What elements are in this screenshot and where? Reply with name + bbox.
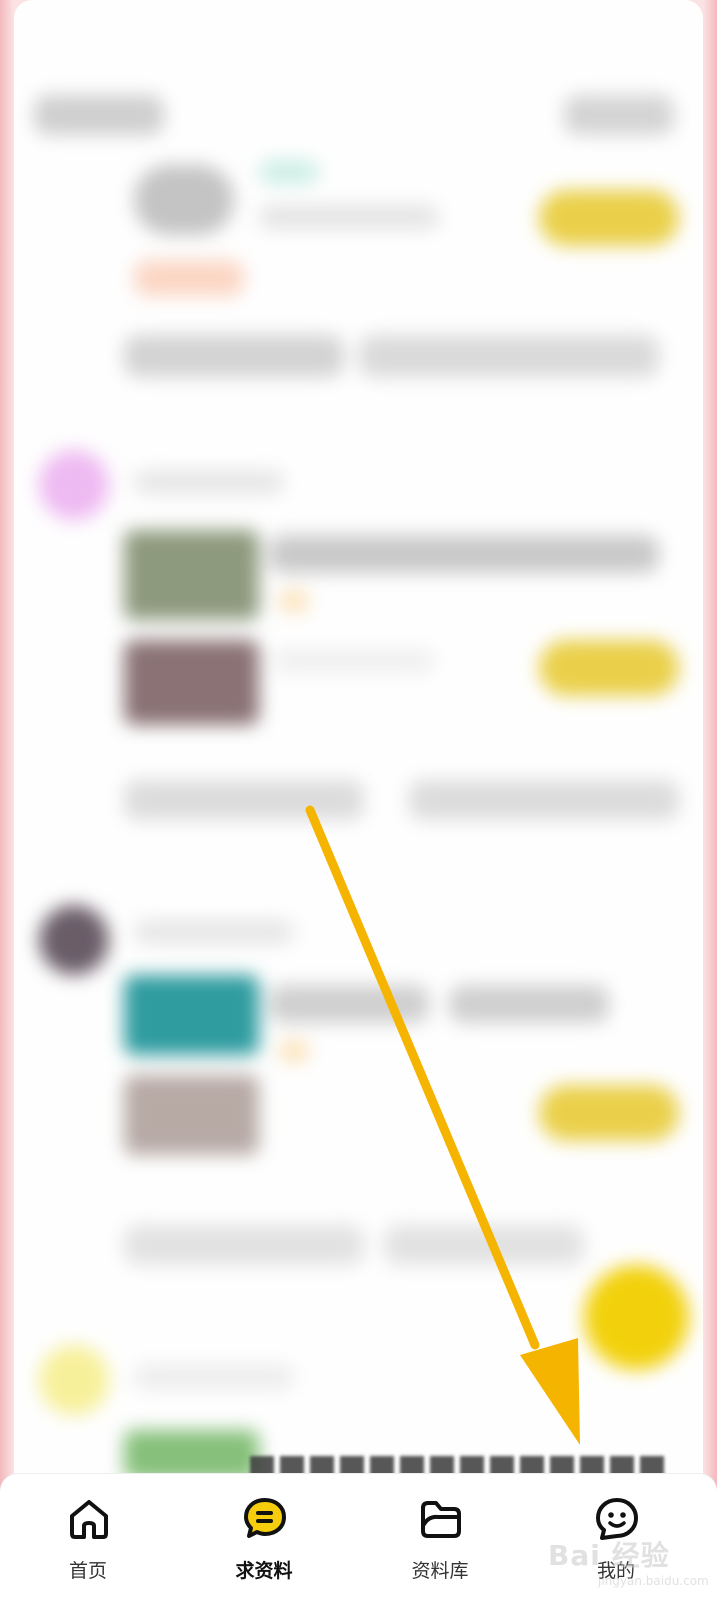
card2-thumb-1: [124, 530, 259, 620]
card2-text-2: [409, 780, 679, 820]
card3-button-placeholder: [539, 1085, 679, 1141]
header-title-placeholder: [34, 95, 164, 135]
card3-thumb-1: [124, 975, 259, 1055]
nav-label-request-materials: 求资料: [235, 1560, 293, 1582]
nav-item-request-materials[interactable]: 求资料: [194, 1474, 334, 1600]
baidu-jingyan-watermark: Bai 经验 jingyan.baidu.com: [548, 1534, 709, 1594]
folder-icon: [421, 1501, 461, 1538]
nav-item-home[interactable]: 首页: [18, 1474, 158, 1600]
card3-text-2: [384, 1225, 584, 1265]
app-screen: 首页 求资料 资料库 我的 Bai 经验 jingyan.baidu.com: [0, 0, 717, 1600]
card4-username: [134, 1365, 294, 1389]
card2-title: [269, 535, 659, 573]
nav-label-home: 首页: [68, 1560, 107, 1582]
card1-tag: [259, 160, 319, 184]
card2-avatar: [39, 450, 109, 520]
card1-avatar: [134, 165, 234, 235]
feed-blur-layer: [14, 0, 703, 1600]
floating-action-button-blurred: [584, 1265, 689, 1370]
card4-thumb: [124, 1430, 259, 1480]
nav-item-library[interactable]: 资料库: [370, 1474, 510, 1600]
card3-tag: [279, 1040, 309, 1062]
card4-avatar: [39, 1345, 109, 1415]
card3-avatar: [39, 905, 109, 975]
nav-label-library: 资料库: [411, 1560, 469, 1582]
home-icon: [70, 1500, 108, 1539]
card1-text-1: [124, 335, 344, 377]
card2-meta: [274, 650, 434, 672]
card2-thumb-2: [124, 640, 259, 725]
card3-title-1: [269, 985, 429, 1023]
card3-username: [134, 920, 294, 944]
card2-tag: [279, 590, 309, 612]
watermark-url: jingyan.baidu.com: [598, 1574, 709, 1588]
card3-thumb-2: [124, 1075, 259, 1155]
card2-button-placeholder: [539, 640, 679, 696]
card3-text-1: [124, 1225, 364, 1265]
card1-subtitle: [259, 205, 439, 229]
watermark-brand: Bai 经验: [548, 1539, 670, 1572]
card2-text-1: [124, 780, 364, 820]
chat-bubble-icon: [244, 1498, 286, 1538]
header-action-placeholder: [564, 95, 674, 135]
blurred-feed: [14, 0, 703, 1600]
card1-badge: [134, 260, 244, 296]
card1-button-placeholder: [539, 190, 679, 246]
card1-text-2: [359, 335, 659, 377]
card3-title-2: [449, 985, 609, 1023]
card2-username: [134, 470, 284, 494]
